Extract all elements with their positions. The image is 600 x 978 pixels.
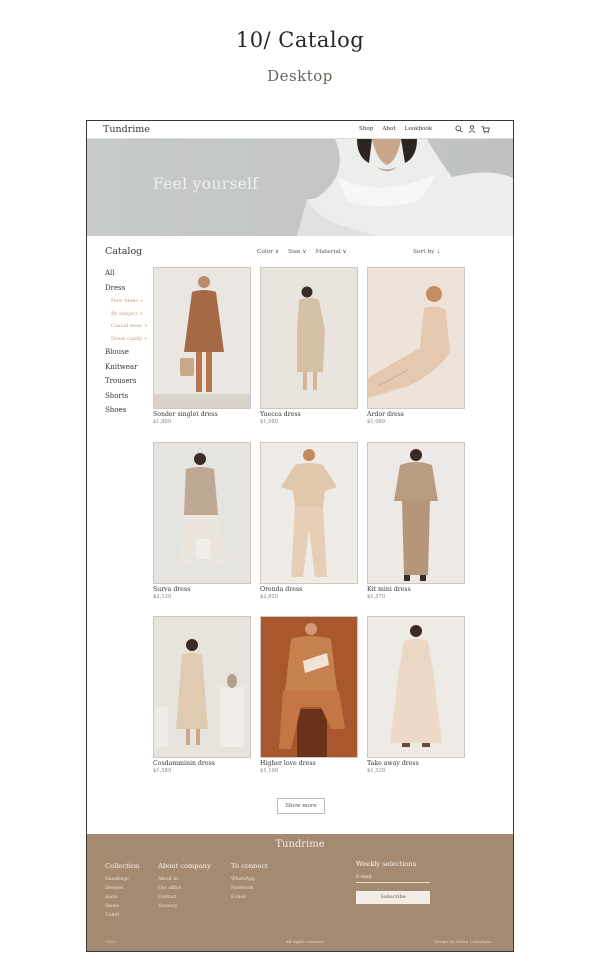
newsletter-signup: Weekly selections E-mail Subscribe: [356, 860, 430, 904]
user-icon[interactable]: [468, 125, 476, 134]
nav-link-lookbook[interactable]: Lookbook: [405, 126, 433, 132]
filter-bar: Color ∨ Size ∨ Material ∨: [257, 249, 347, 255]
product-price: $1,589: [153, 768, 172, 774]
subscribe-button[interactable]: Subscribe: [356, 890, 430, 904]
desktop-mockup: Tundrime Shop Abot Lookbook Feel yoursel…: [86, 120, 514, 952]
site-footer: Tundrime Collection Handbags Dresses Jea…: [87, 834, 513, 951]
search-icon[interactable]: [455, 125, 463, 134]
footer-link[interactable]: Facebook: [231, 884, 268, 893]
footer-link[interactable]: T-shirt: [105, 911, 139, 920]
product-name[interactable]: Orenda dress: [260, 586, 358, 593]
footer-link[interactable]: Shoes: [105, 902, 139, 911]
product-image[interactable]: [367, 616, 465, 758]
product-name[interactable]: Cosdamminin dress: [153, 760, 251, 767]
nav-link-about[interactable]: Abot: [382, 126, 395, 132]
product-price: $2,650: [260, 594, 279, 600]
product-name[interactable]: Surva dress: [153, 586, 251, 593]
product-card[interactable]: Take away dress $1,539: [367, 616, 465, 774]
filter-material[interactable]: Material ∨: [316, 249, 347, 255]
footer-year: 2022: [105, 939, 116, 944]
footer-link[interactable]: Vacancy: [158, 902, 211, 911]
product-price: $1,080: [260, 419, 279, 425]
product-price: $1,570: [367, 594, 386, 600]
product-image[interactable]: [367, 267, 465, 409]
footer-collection: Collection Handbags Dresses Jeans Shoes …: [105, 862, 139, 920]
filter-size[interactable]: Size ∨: [288, 249, 306, 255]
product-card[interactable]: Yuecca dress $1,080: [260, 267, 358, 425]
product-image[interactable]: [260, 442, 358, 584]
product-card[interactable]: Surva dress $2,539: [153, 442, 251, 600]
footer-logo[interactable]: Tundrime: [87, 839, 513, 850]
product-card[interactable]: Ardor dress $1,089: [367, 267, 465, 425]
product-card[interactable]: Kit mini dress $1,570: [367, 442, 465, 600]
product-name[interactable]: Kit mini dress: [367, 586, 465, 593]
show-more-button[interactable]: Show more: [277, 798, 325, 814]
product-card[interactable]: Cosdamminin dress $1,589: [153, 616, 251, 774]
sort-dropdown[interactable]: Sort by ⇣: [413, 249, 441, 255]
hero-model-image: [297, 139, 513, 236]
product-image[interactable]: [260, 616, 358, 758]
hero-banner: Feel yourself: [87, 139, 513, 236]
product-card[interactable]: Orenda dress $2,650: [260, 442, 358, 600]
product-image[interactable]: [153, 442, 251, 584]
product-card[interactable]: Sonder singlet dress $1,809: [153, 267, 251, 425]
product-name[interactable]: Higher love dress: [260, 760, 358, 767]
product-image[interactable]: [153, 616, 251, 758]
product-card[interactable]: Higher love dress $1,100: [260, 616, 358, 774]
footer-credit: Design by Albina Lolalokyan: [434, 939, 492, 944]
page-subtitle: Desktop: [267, 67, 333, 85]
product-image[interactable]: [153, 267, 251, 409]
product-price: $1,539: [367, 768, 386, 774]
footer-about-title: About company: [158, 862, 211, 870]
site-logo[interactable]: Tundrime: [103, 124, 150, 135]
product-image[interactable]: [260, 267, 358, 409]
footer-link[interactable]: About us: [158, 875, 211, 884]
footer-connect: To connect WhatsApp Facebook E-mail: [231, 862, 268, 902]
nav-icons: [455, 125, 492, 134]
nav-links: Shop Abot Lookbook: [359, 126, 432, 132]
newsletter-title: Weekly selections: [356, 860, 417, 868]
product-price: $1,809: [153, 419, 172, 425]
email-field[interactable]: E-mail: [356, 872, 430, 883]
product-price: $2,539: [153, 594, 172, 600]
cart-icon[interactable]: [481, 125, 492, 134]
catalog-title: Catalog: [105, 246, 143, 257]
footer-link[interactable]: Handbags: [105, 875, 139, 884]
footer-connect-title: To connect: [231, 862, 268, 870]
footer-link[interactable]: Dresses: [105, 884, 139, 893]
footer-rights: All rights reserved: [286, 939, 324, 944]
top-navigation: Tundrime Shop Abot Lookbook: [87, 121, 513, 139]
product-price: $1,100: [260, 768, 279, 774]
page-title: 10/ Catalog: [235, 28, 365, 52]
product-name[interactable]: Yuecca dress: [260, 411, 358, 418]
footer-link[interactable]: Jeans: [105, 893, 139, 902]
footer-collection-title: Collection: [105, 862, 140, 870]
footer-link[interactable]: WhatsApp: [231, 875, 268, 884]
product-name[interactable]: Take away dress: [367, 760, 465, 767]
filter-color[interactable]: Color ∨: [257, 249, 279, 255]
product-name[interactable]: Ardor dress: [367, 411, 465, 418]
footer-link[interactable]: Our office: [158, 884, 211, 893]
footer-about: About company About us Our office Contac…: [158, 862, 211, 911]
hero-tagline: Feel yourself: [153, 175, 259, 193]
product-name[interactable]: Sonder singlet dress: [153, 411, 251, 418]
footer-link[interactable]: Contact: [158, 893, 211, 902]
footer-link[interactable]: E-mail: [231, 893, 268, 902]
product-price: $1,089: [367, 419, 386, 425]
nav-link-shop[interactable]: Shop: [359, 126, 373, 132]
product-image[interactable]: [367, 442, 465, 584]
